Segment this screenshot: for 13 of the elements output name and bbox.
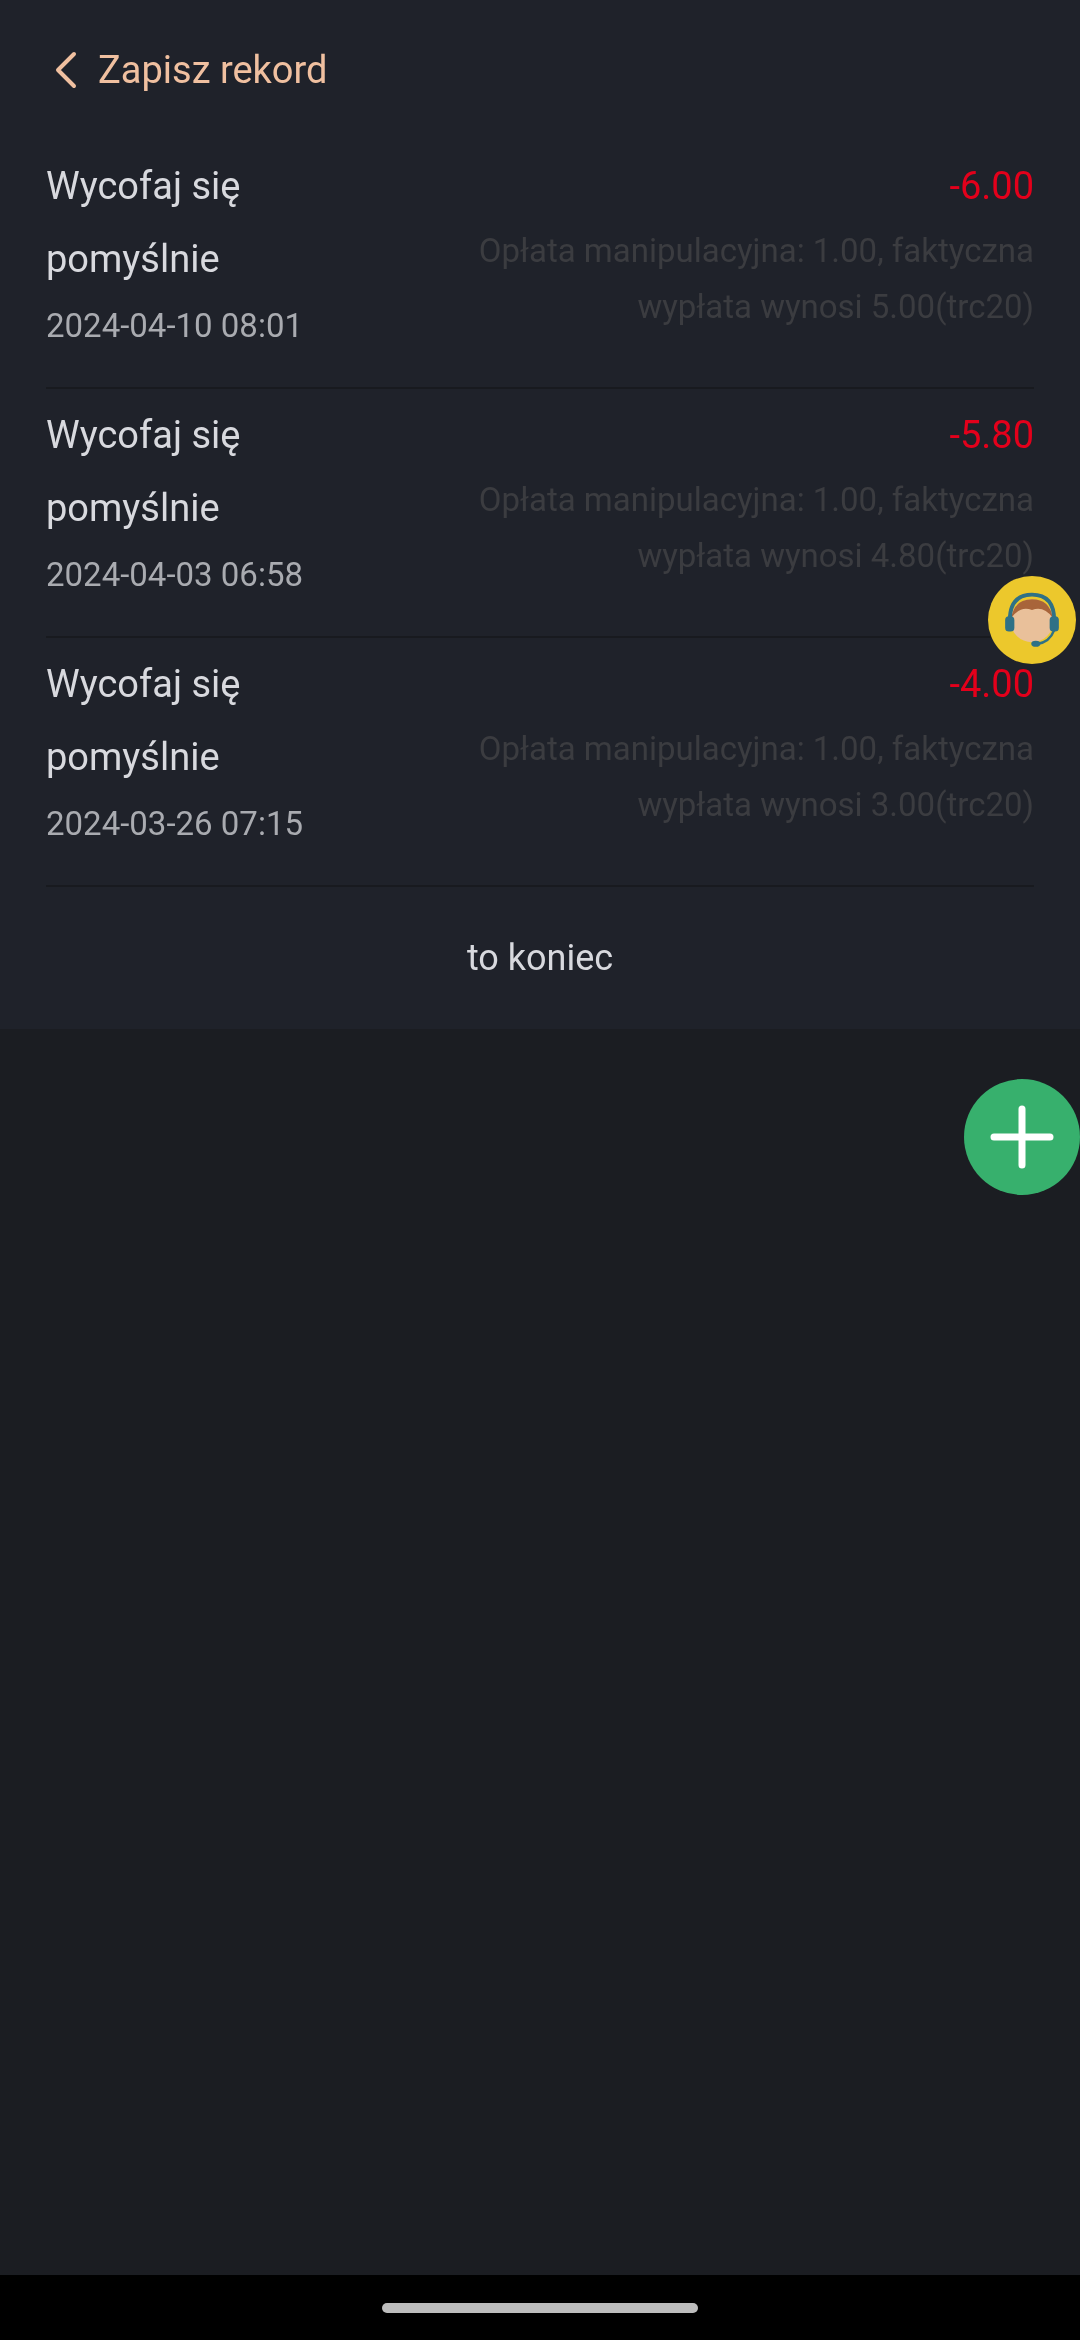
record-title: Wycofaj się pomyślnie	[46, 163, 242, 283]
record-date: 2024-04-10 08:01	[46, 305, 304, 347]
record-amount: -6.00	[949, 163, 1034, 210]
plus-icon	[989, 1104, 1055, 1170]
record-title: Wycofaj się pomyślnie	[46, 661, 242, 781]
record-amount: -5.80	[949, 412, 1034, 459]
end-of-list-text: to koniec	[466, 936, 614, 981]
home-indicator[interactable]	[382, 2302, 698, 2313]
record-date: 2024-04-03 06:58	[46, 554, 304, 596]
page-title: Zapisz rekord	[98, 46, 328, 94]
record-date: 2024-03-26 07:15	[46, 803, 304, 845]
record-amount: -4.00	[949, 661, 1034, 708]
record-title: Wycofaj się pomyślnie	[46, 412, 242, 532]
